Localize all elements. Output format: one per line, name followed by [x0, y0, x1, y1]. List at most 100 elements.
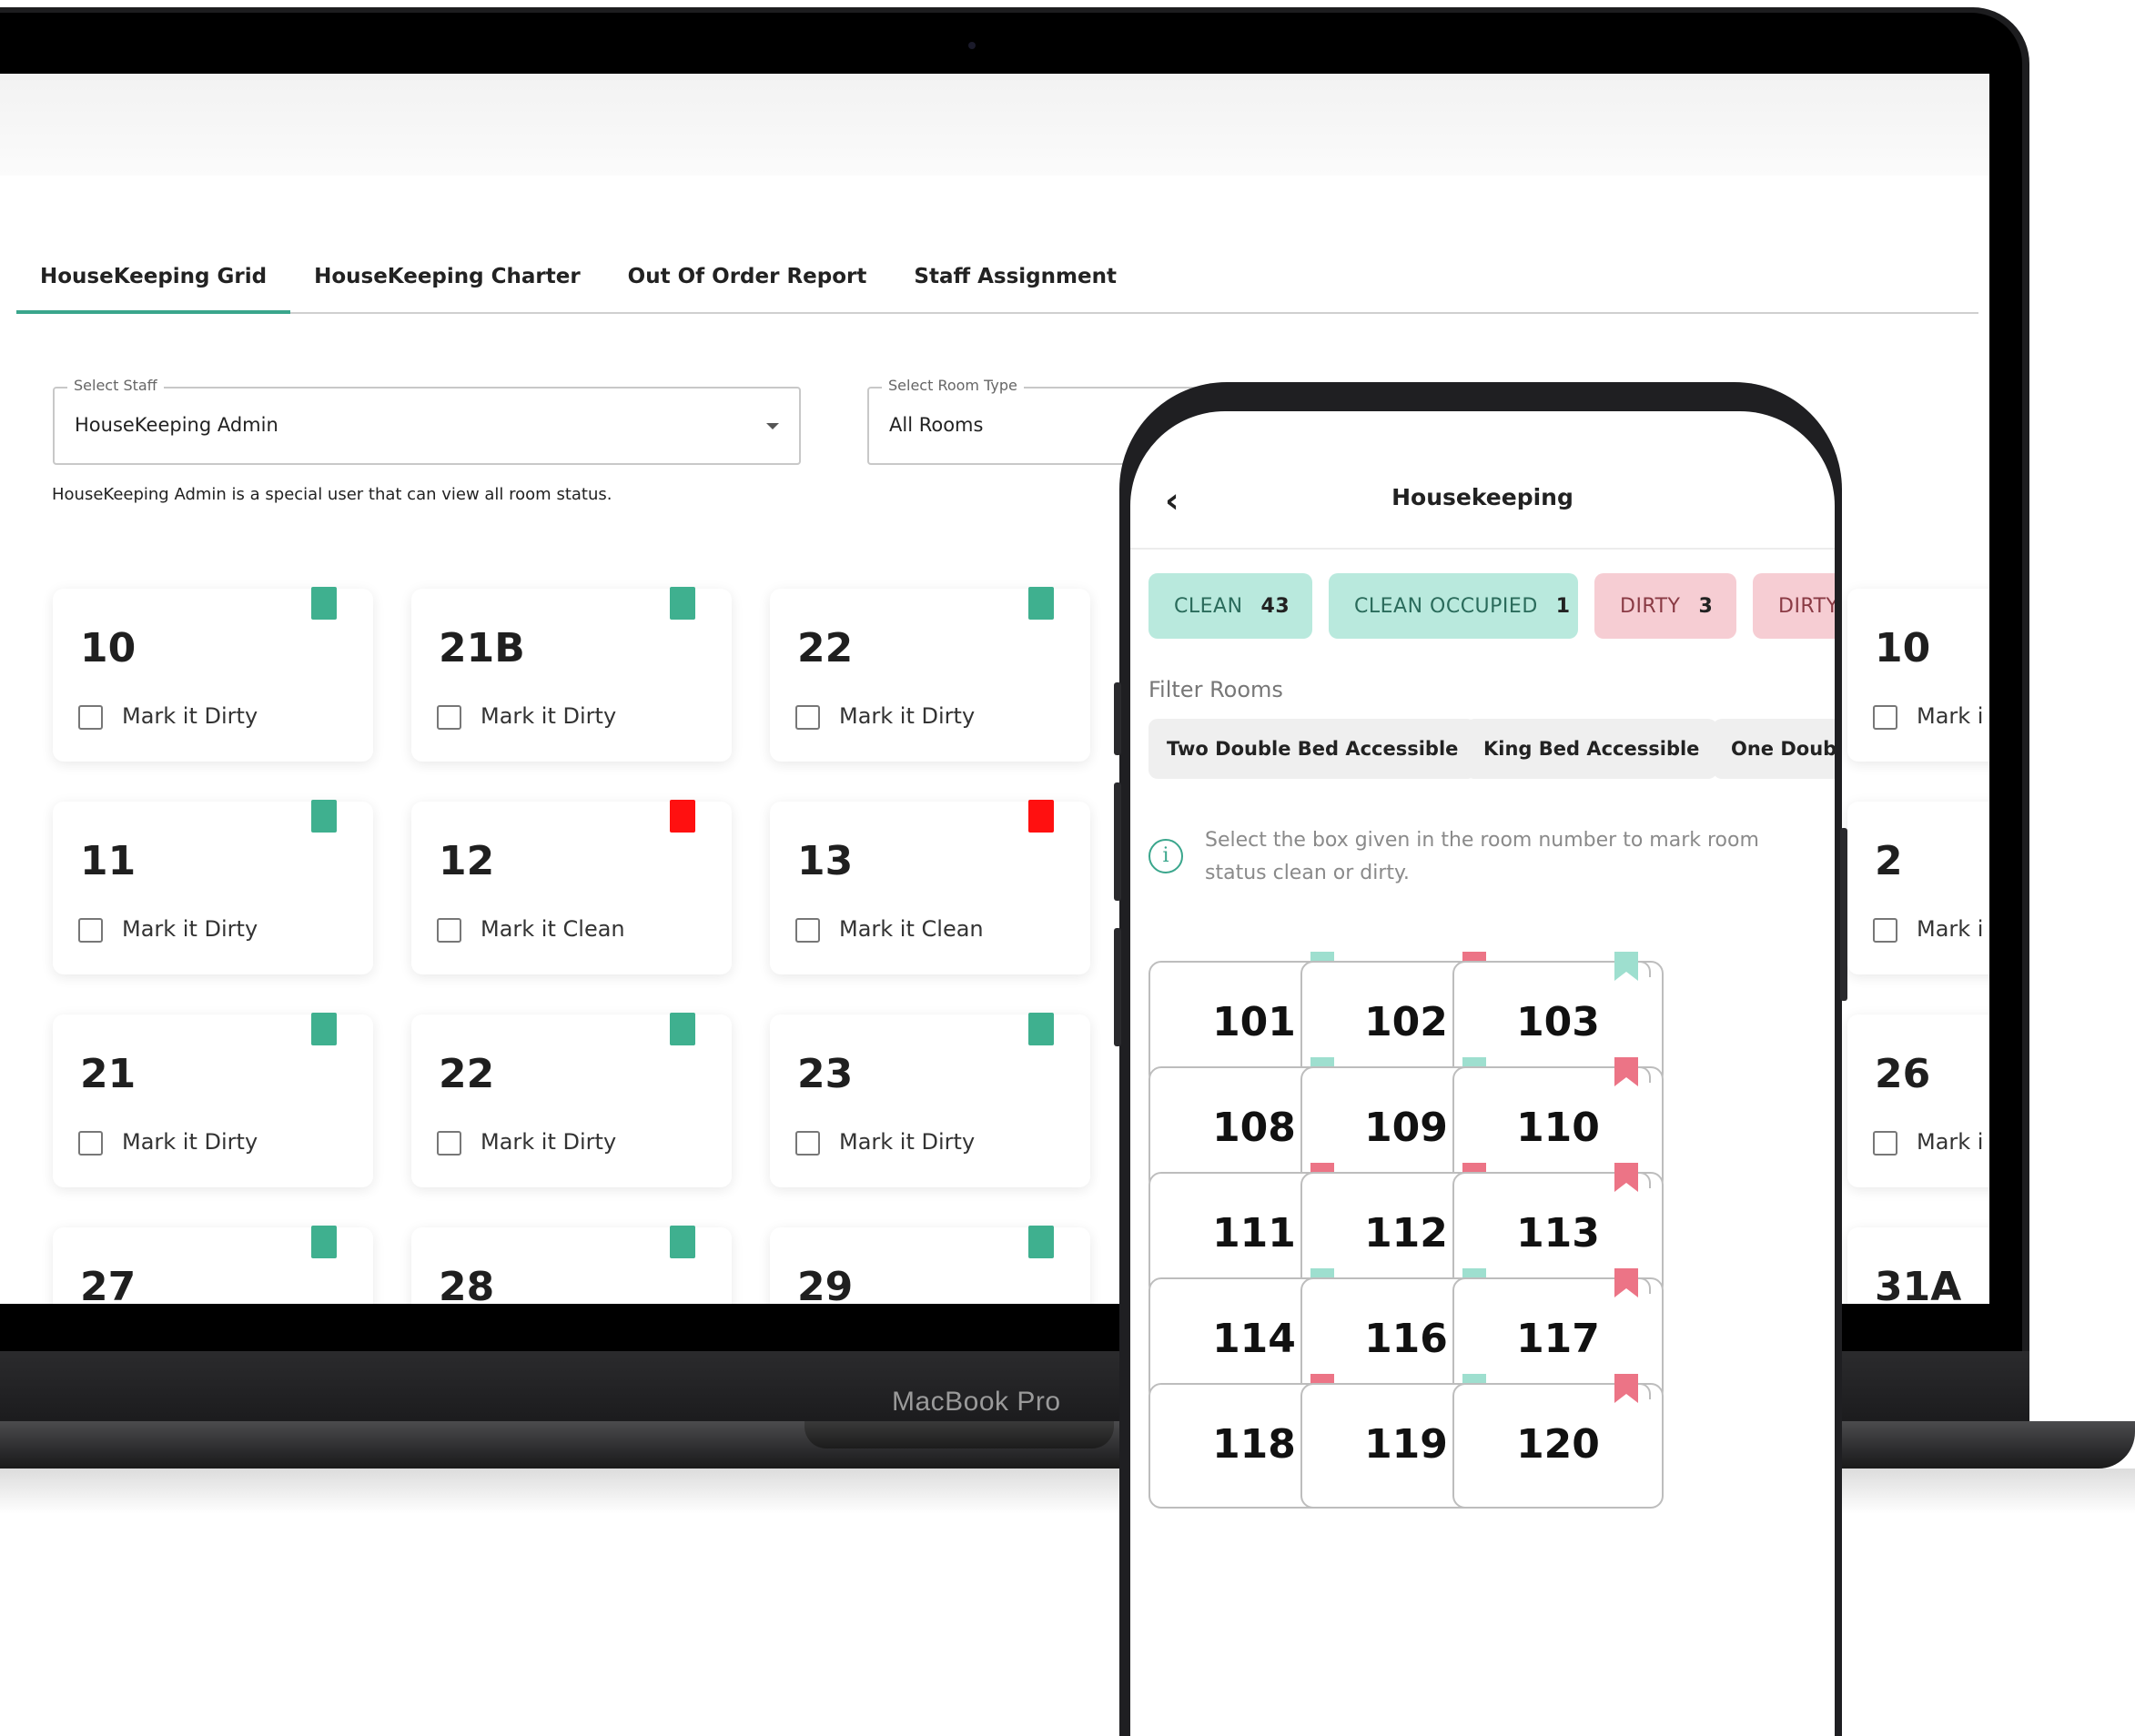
room-checkbox[interactable] — [1873, 1131, 1897, 1156]
room-action-label: Mark it Dirty — [839, 1129, 976, 1155]
room-action-label: Mark it Dirty — [122, 703, 258, 729]
status-flag — [311, 1013, 337, 1045]
room-number: 22 — [439, 1051, 495, 1097]
staff-select-value: HouseKeeping Admin — [75, 414, 278, 436]
room-card: 10 Mark i — [1847, 589, 1989, 762]
staff-helper-text: HouseKeeping Admin is a special user tha… — [52, 485, 612, 504]
room-checkbox[interactable] — [437, 1131, 461, 1156]
room-card: 22 Mark it Dirty — [411, 1013, 732, 1187]
status-flag — [311, 800, 337, 833]
info-text: Select the box given in the room number … — [1205, 829, 1759, 884]
phone-room-number: 117 — [1516, 1316, 1600, 1362]
camera-dot — [968, 42, 976, 49]
room-action-label: Mark i — [1917, 703, 1984, 729]
phone-room-number: 113 — [1516, 1210, 1600, 1257]
room-checkbox[interactable] — [795, 918, 820, 943]
status-flag — [1028, 1226, 1054, 1258]
status-flag — [670, 587, 695, 620]
room-number: 10 — [1875, 625, 1931, 671]
bookmark-icon[interactable] — [1614, 1163, 1638, 1192]
room-card: 10 Mark it Dirty — [53, 587, 373, 762]
room-number: 2 — [1875, 838, 1903, 884]
bookmark-icon[interactable] — [1614, 1057, 1638, 1086]
phone-room-number: 103 — [1516, 999, 1600, 1045]
room-card: 11 Mark it Dirty — [53, 800, 373, 974]
room-checkbox[interactable] — [437, 705, 461, 730]
room-number: 13 — [797, 838, 854, 884]
info-icon: i — [1148, 839, 1183, 873]
room-action-label: Mark it Dirty — [481, 703, 617, 729]
room-action-label: Mark it Dirty — [839, 703, 976, 729]
room-checkbox[interactable] — [78, 1131, 103, 1156]
room-action-label: Mark it Dirty — [481, 1129, 617, 1155]
room-card: 26 Mark i — [1847, 1014, 1989, 1187]
room-action-label: Mark it Dirty — [122, 916, 258, 942]
room-card: 21 Mark it Dirty — [53, 1013, 373, 1187]
tab-out-of-order-report[interactable]: Out Of Order Report — [604, 236, 891, 314]
room-number: 22 — [797, 625, 854, 671]
room-card: 23 Mark it Dirty — [770, 1013, 1090, 1187]
status-chip-clean-occupied[interactable]: CLEAN OCCUPIED 1 — [1329, 573, 1578, 639]
status-flag — [1028, 800, 1054, 833]
status-flag — [1028, 1013, 1054, 1045]
chip-count: 1 — [1555, 594, 1571, 618]
phone-room-number: 120 — [1516, 1421, 1600, 1468]
room-type-select-value: All Rooms — [889, 414, 984, 436]
room-card: 21B Mark it Dirty — [411, 587, 732, 762]
phone-side-button — [1840, 828, 1847, 1001]
bookmark-icon[interactable] — [1614, 1268, 1638, 1297]
browser-top-area — [0, 74, 1989, 176]
room-card: 2 Mark i — [1847, 802, 1989, 974]
room-checkbox[interactable] — [78, 705, 103, 730]
room-checkbox[interactable] — [795, 705, 820, 730]
filter-chip-two-double-bed[interactable]: Two Double Bed Accessible — [1148, 719, 1477, 779]
room-number: 10 — [80, 625, 137, 671]
room-checkbox[interactable] — [1873, 705, 1897, 730]
tab-staff-assignment[interactable]: Staff Assignment — [890, 236, 1140, 314]
room-action-label: Mark i — [1917, 916, 1984, 942]
chip-label: DIRTY — [1620, 594, 1681, 618]
status-flag — [670, 1013, 695, 1045]
bookmark-icon[interactable] — [1614, 1374, 1638, 1403]
chip-label: DIRTY — [1778, 594, 1835, 618]
filter-chip-king-bed[interactable]: King Bed Accessible — [1465, 719, 1718, 779]
phone-screen: ‹ Housekeeping CLEAN 43 CLEAN OCCUPIED 1… — [1130, 411, 1835, 1736]
chip-count: 3 — [1698, 594, 1714, 618]
phone-side-button — [1114, 928, 1121, 1046]
phone-side-button — [1114, 682, 1121, 755]
status-flag — [1028, 587, 1054, 620]
filter-rooms-label: Filter Rooms — [1148, 677, 1283, 702]
status-chip-clean[interactable]: CLEAN 43 — [1148, 573, 1312, 639]
room-type-select-label: Select Room Type — [882, 377, 1024, 394]
filter-chip-one-double[interactable]: One Double — [1713, 719, 1835, 779]
room-checkbox[interactable] — [795, 1131, 820, 1156]
tab-housekeeping-grid[interactable]: HouseKeeping Grid — [16, 236, 291, 314]
chip-label: CLEAN OCCUPIED — [1354, 594, 1538, 618]
laptop-hinge-notch — [804, 1421, 1114, 1448]
room-number: 21 — [80, 1051, 137, 1097]
room-number: 11 — [80, 838, 137, 884]
chip-label: CLEAN — [1174, 594, 1243, 618]
tab-housekeeping-charter[interactable]: HouseKeeping Charter — [290, 236, 604, 314]
room-number: 23 — [797, 1051, 854, 1097]
room-action-label: Mark it Dirty — [122, 1129, 258, 1155]
room-checkbox[interactable] — [78, 918, 103, 943]
phone-room-tile[interactable]: 120 — [1452, 1374, 1664, 1509]
status-chip-dirty[interactable]: DIRTY 3 — [1594, 573, 1736, 639]
header-divider — [1130, 548, 1835, 550]
room-action-label: Mark it Clean — [839, 916, 984, 942]
room-checkbox[interactable] — [437, 918, 461, 943]
status-flag — [670, 1226, 695, 1258]
phone-room-number: 110 — [1516, 1105, 1600, 1151]
caret-down-icon[interactable] — [766, 423, 779, 429]
bookmark-icon[interactable] — [1614, 952, 1638, 981]
status-chip-dirty-more[interactable]: DIRTY — [1753, 573, 1835, 639]
tab-bar: HouseKeeping Grid HouseKeeping Charter O… — [16, 236, 1978, 314]
room-card: 22 Mark it Dirty — [770, 587, 1090, 762]
room-checkbox[interactable] — [1873, 918, 1897, 943]
room-card: 13 Mark it Clean — [770, 800, 1090, 974]
staff-select[interactable]: Select Staff HouseKeeping Admin — [53, 377, 801, 465]
room-action-label: Mark i — [1917, 1129, 1984, 1155]
room-number: 12 — [439, 838, 495, 884]
room-card: 12 Mark it Clean — [411, 800, 732, 974]
